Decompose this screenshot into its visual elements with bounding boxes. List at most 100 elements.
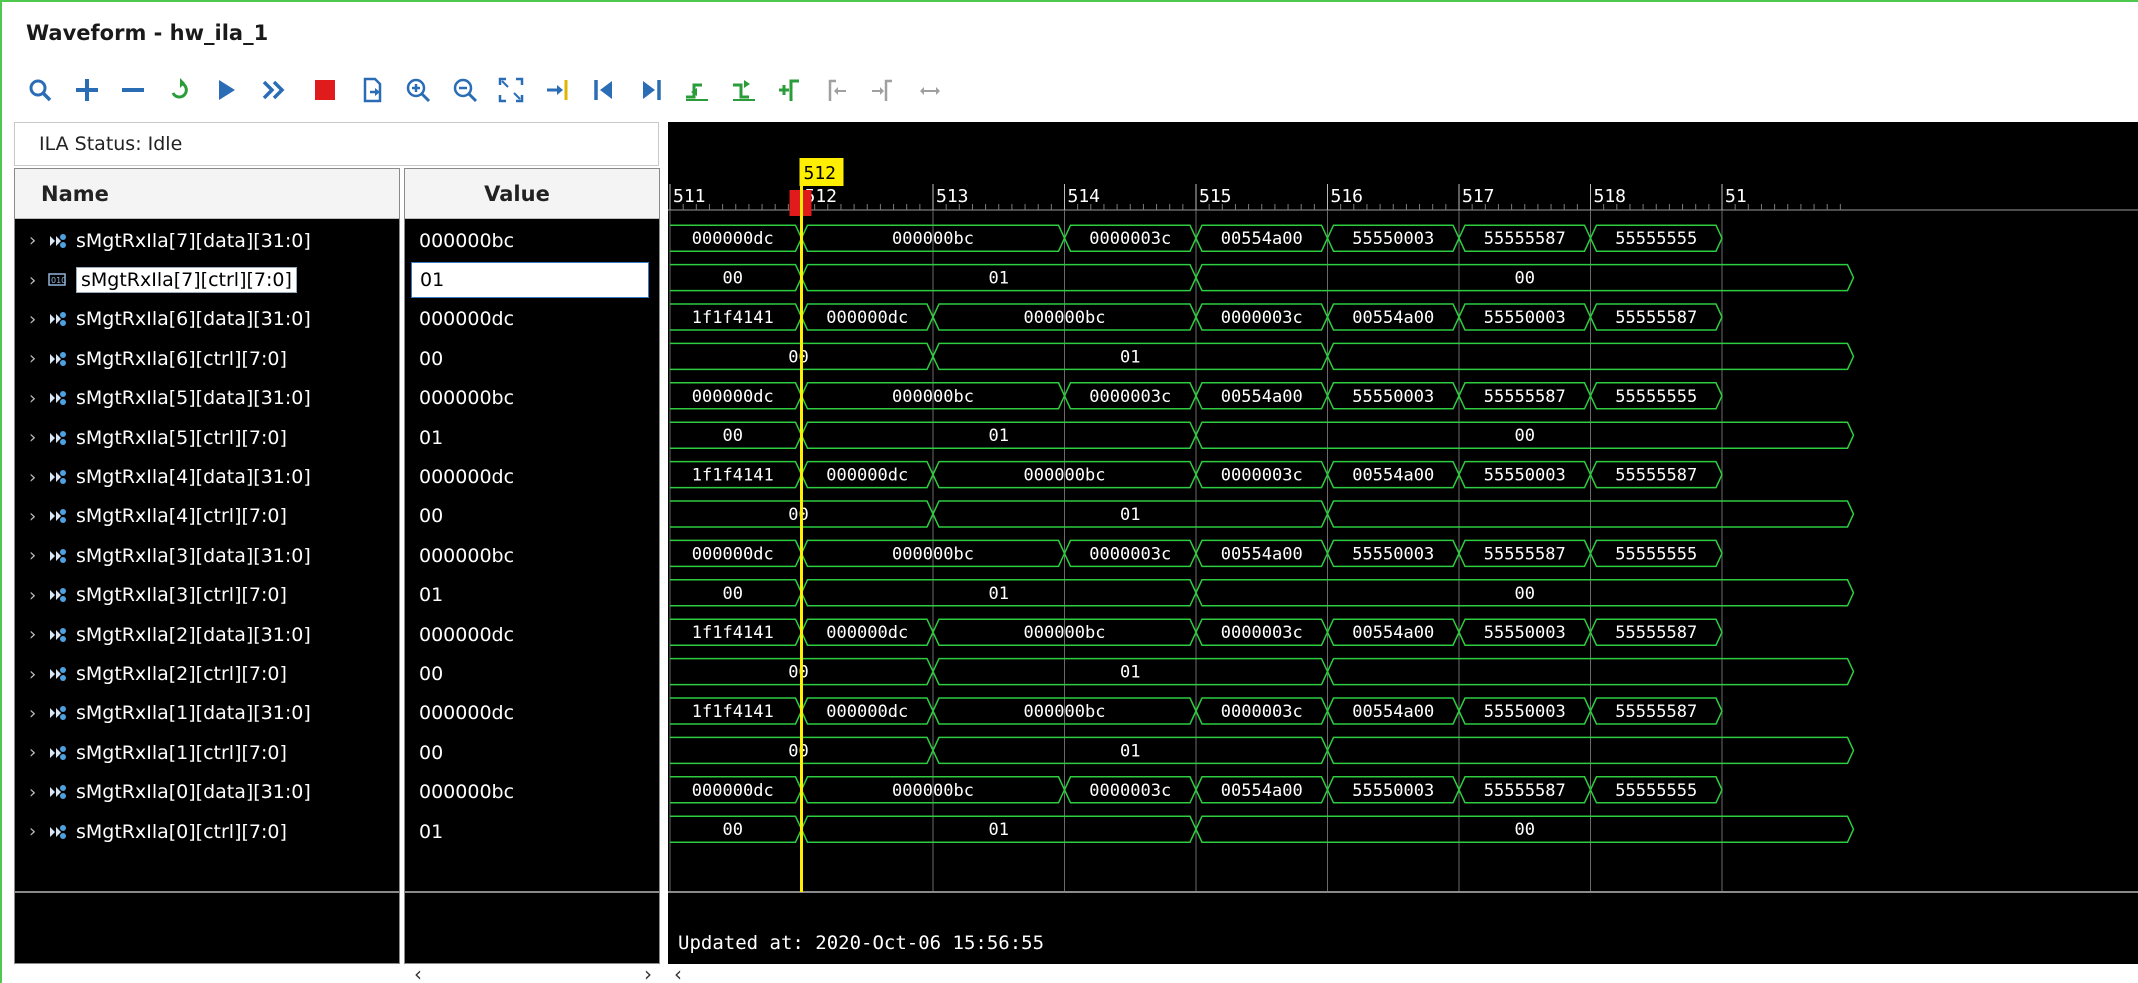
signal-name: sMgtRxIla[4][ctrl][7:0]	[76, 505, 287, 528]
expand-chevron-icon[interactable]: ›	[29, 388, 47, 409]
previous-marker-button[interactable]	[819, 68, 855, 112]
go-to-start-button[interactable]	[586, 68, 622, 112]
updated-timestamp: Updated at: 2020-Oct-06 15:56:55	[678, 932, 1045, 954]
name-scroll-left-icon[interactable]: ‹	[414, 962, 422, 983]
expand-chevron-icon[interactable]: ›	[29, 664, 47, 685]
signal-value-row[interactable]: 000000dc	[405, 457, 659, 496]
zoom-out-button[interactable]	[447, 68, 483, 112]
next-marker-button[interactable]	[865, 68, 901, 112]
signal-value-row[interactable]: 01	[405, 576, 659, 615]
bus-value-label: 55550003	[1484, 308, 1566, 328]
go-to-end-button[interactable]	[633, 68, 669, 112]
signal-row[interactable]: › sMgtRxIla[2][ctrl][7:0]	[15, 654, 399, 693]
signal-name: sMgtRxIla[4][data][31:0]	[76, 466, 311, 489]
signal-value-row[interactable]: 00	[405, 733, 659, 772]
expand-chevron-icon[interactable]: ›	[29, 624, 47, 645]
next-transition-icon	[732, 80, 755, 101]
value-column-header[interactable]: Value	[405, 169, 659, 219]
signal-name: sMgtRxIla[1][ctrl][7:0]	[76, 741, 287, 764]
export-button[interactable]	[354, 68, 390, 112]
signal-name: sMgtRxIla[0][ctrl][7:0]	[76, 820, 287, 843]
bus-value-label: 00	[723, 820, 743, 840]
plus-icon	[75, 79, 98, 101]
fast-forward-button[interactable]	[255, 68, 291, 112]
signal-row[interactable]: › sMgtRxIla[6][ctrl][7:0]	[15, 339, 399, 378]
bus-value-label: 0000003c	[1089, 229, 1171, 249]
swap-cursors-button[interactable]	[912, 68, 948, 112]
signal-row[interactable]: › sMgtRxIla[0][ctrl][7:0]	[15, 812, 399, 851]
bus-value-label: 000000bc	[892, 387, 974, 407]
signal-row[interactable]: › sMgtRxIla[2][data][31:0]	[15, 615, 399, 654]
signal-row[interactable]: › sMgtRxIla[5][data][31:0]	[15, 379, 399, 418]
expand-chevron-icon[interactable]: ›	[29, 703, 47, 724]
bus-value-label: 00	[1515, 269, 1535, 289]
expand-chevron-icon[interactable]: ›	[29, 585, 47, 606]
signal-value-row[interactable]: 000000dc	[405, 615, 659, 654]
next-transition-button[interactable]	[726, 68, 762, 112]
signal-row[interactable]: › sMgtRxIla[0][data][31:0]	[15, 773, 399, 812]
zoom-in-button[interactable]	[400, 68, 436, 112]
expand-chevron-icon[interactable]: ›	[29, 270, 47, 291]
signal-row[interactable]: › sMgtRxIla[1][ctrl][7:0]	[15, 733, 399, 772]
expand-chevron-icon[interactable]: ›	[29, 545, 47, 566]
bus-value-label: 1f1f4141	[692, 702, 774, 722]
minus-button[interactable]	[115, 68, 151, 112]
add-marker-button[interactable]	[772, 68, 808, 112]
play-button[interactable]	[208, 68, 244, 112]
bus-signal-icon	[50, 430, 66, 445]
zoom-fit-button[interactable]	[493, 68, 529, 112]
name-scroll-right-icon[interactable]: ›	[644, 962, 652, 983]
signal-value-row[interactable]: 01	[405, 260, 659, 299]
previous-transition-button[interactable]	[679, 68, 715, 112]
signal-value-row[interactable]: 01	[405, 418, 659, 457]
expand-chevron-icon[interactable]: ›	[29, 309, 47, 330]
signal-value-row[interactable]: 000000bc	[405, 536, 659, 575]
signal-name: sMgtRxIla[2][data][31:0]	[76, 623, 311, 646]
signal-row[interactable]: › sMgtRxIla[4][data][31:0]	[15, 457, 399, 496]
go-to-cursor-button[interactable]	[540, 68, 576, 112]
signal-value-row[interactable]: 00	[405, 339, 659, 378]
expand-chevron-icon[interactable]: ›	[29, 427, 47, 448]
run-trigger-immediate-button[interactable]	[162, 68, 198, 112]
expand-chevron-icon[interactable]: ›	[29, 467, 47, 488]
signal-value-row[interactable]: 00	[405, 654, 659, 693]
signal-row[interactable]: › sMgtRxIla[3][data][31:0]	[15, 536, 399, 575]
signal-row[interactable]: › sMgtRxIla[6][data][31:0]	[15, 300, 399, 339]
signal-row[interactable]: › sMgtRxIla[5][ctrl][7:0]	[15, 418, 399, 457]
signal-row[interactable]: › sMgtRxIla[7][data][31:0]	[15, 221, 399, 260]
expand-chevron-icon[interactable]: ›	[29, 742, 47, 763]
signal-row[interactable]: › sMgtRxIla[4][ctrl][7:0]	[15, 497, 399, 536]
bus-signal-icon	[50, 509, 66, 524]
expand-chevron-icon[interactable]: ›	[29, 821, 47, 842]
signal-name: sMgtRxIla[6][ctrl][7:0]	[76, 347, 287, 370]
next-marker-icon	[872, 79, 892, 101]
signal-value-row[interactable]: 000000dc	[405, 694, 659, 733]
expand-chevron-icon[interactable]: ›	[29, 782, 47, 803]
signal-value-row[interactable]: 000000bc	[405, 773, 659, 812]
expand-chevron-icon[interactable]: ›	[29, 506, 47, 527]
signal-value-row[interactable]: 01	[405, 812, 659, 851]
name-column-header[interactable]: Name	[15, 169, 399, 219]
expand-chevron-icon[interactable]: ›	[29, 230, 47, 251]
bus-value-label: 55550003	[1352, 387, 1434, 407]
waveform-canvas[interactable]: 511 512 513 514 515 516 517 518 51 000000dc 000000…	[668, 122, 2138, 964]
waveform-svg[interactable]: 511 512 513 514 515 516 517 518 51000000dc 000000…	[668, 122, 2138, 964]
signal-value-panel: Value 000000bc 01 000000dc 00 000000bc 01 0000…	[404, 168, 660, 964]
signal-row[interactable]: › 010 sMgtRxIla[7][ctrl][7:0]	[15, 260, 399, 299]
signal-name: sMgtRxIla[3][data][31:0]	[76, 544, 311, 567]
plus-button[interactable]	[69, 68, 105, 112]
signal-value-row[interactable]: 000000dc	[405, 300, 659, 339]
signal-value-row[interactable]: 000000bc	[405, 221, 659, 260]
signal-row[interactable]: › sMgtRxIla[1][data][31:0]	[15, 694, 399, 733]
go-to-end-icon	[642, 80, 661, 100]
wave-scroll-left-icon[interactable]: ‹	[674, 962, 682, 983]
search-button[interactable]	[22, 68, 58, 112]
signal-value-row[interactable]: 00	[405, 497, 659, 536]
signal-row[interactable]: › sMgtRxIla[3][ctrl][7:0]	[15, 576, 399, 615]
stop-button[interactable]	[307, 68, 343, 112]
zoom-out-icon	[453, 78, 477, 103]
bus-value-label: 55555587	[1484, 781, 1566, 801]
swap-cursors-icon	[919, 87, 940, 95]
signal-value-row[interactable]: 000000bc	[405, 379, 659, 418]
expand-chevron-icon[interactable]: ›	[29, 348, 47, 369]
